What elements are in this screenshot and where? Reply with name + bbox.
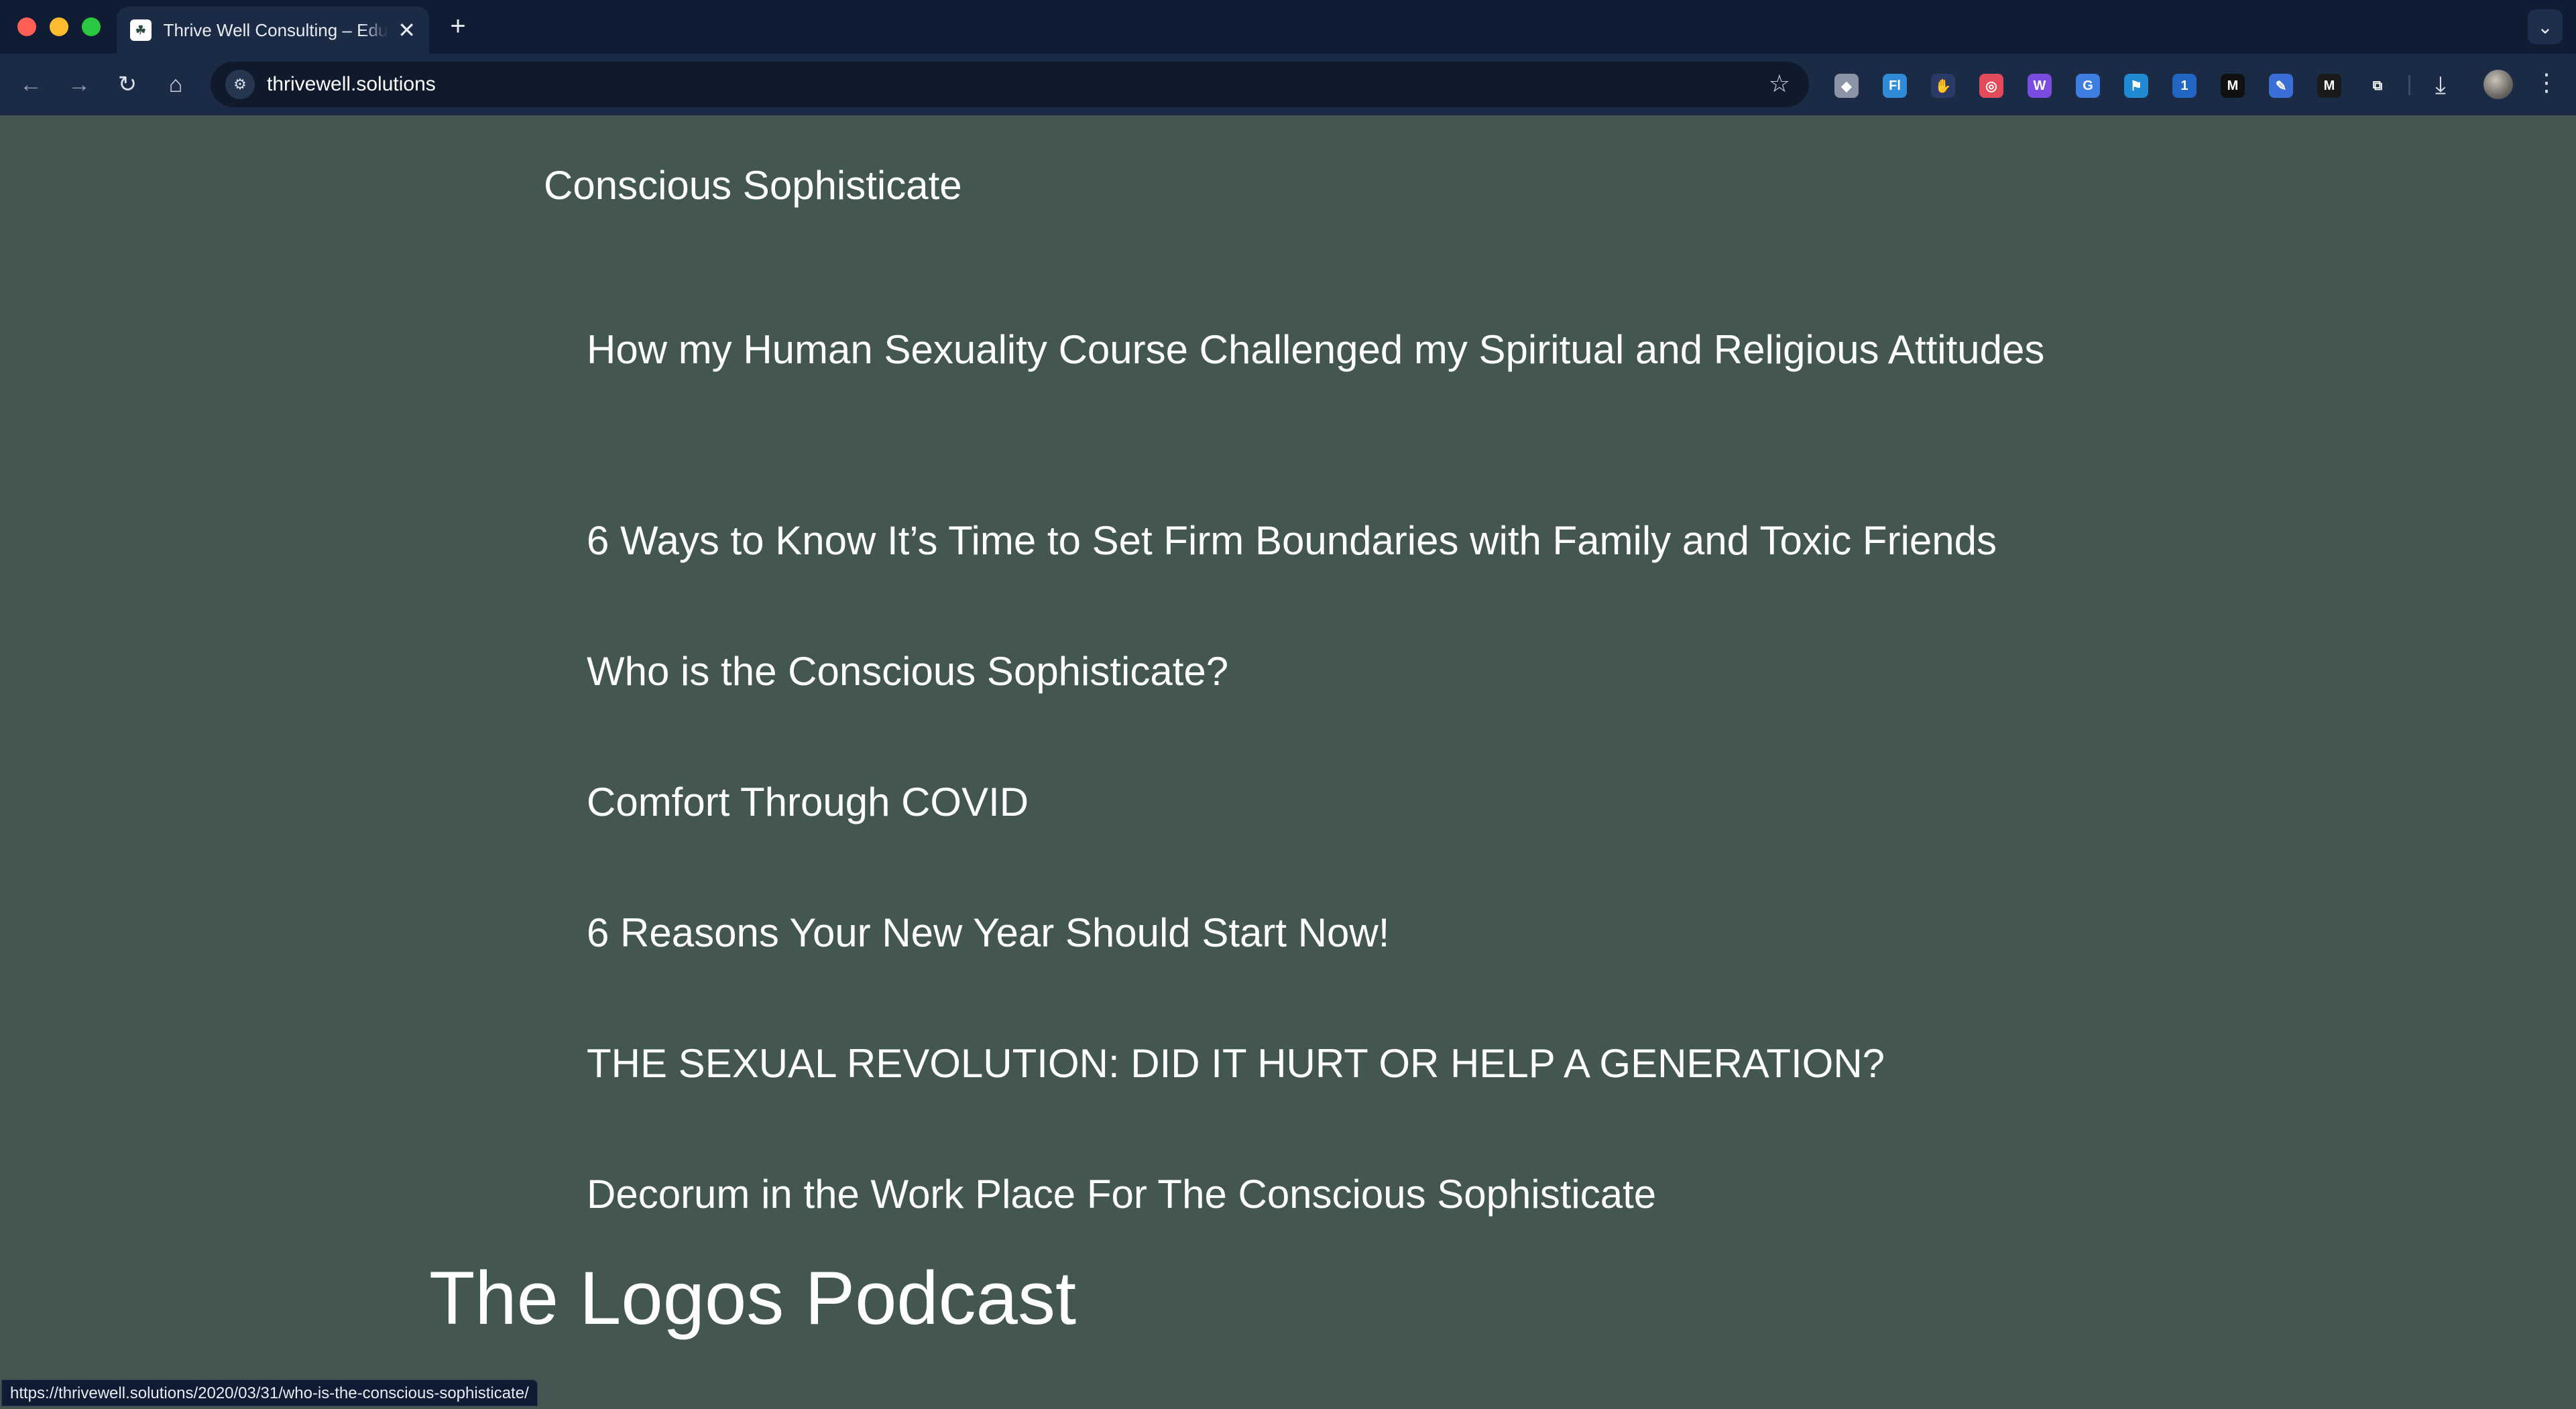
post-link[interactable]: THE SEXUAL REVOLUTION: DID IT HURT OR HE… — [587, 1034, 2062, 1094]
address-bar[interactable]: ⚙ thrivewell.solutions ☆ — [211, 62, 1809, 107]
translate-extension-icon[interactable]: G — [2076, 74, 2100, 98]
fl-extension-icon[interactable]: Fl — [1883, 74, 1907, 98]
section-heading: Conscious Sophisticate — [544, 163, 962, 208]
post-link[interactable]: 6 Reasons Your New Year Should Start Now… — [587, 903, 2062, 963]
tab-strip: ☘ Thrive Well Consulting – Educ ✕ + ⌄ — [0, 0, 2576, 54]
tab-title: Thrive Well Consulting – Educ — [163, 19, 389, 40]
home-button[interactable]: ⌂ — [160, 68, 192, 101]
medium-extension-icon[interactable]: M — [2317, 74, 2341, 98]
profile-avatar[interactable] — [2483, 70, 2513, 99]
podcast-heading: The Logos Podcast — [429, 1256, 1077, 1340]
close-tab-icon[interactable]: ✕ — [398, 17, 416, 43]
post-link[interactable]: Comfort Through COVID — [587, 772, 2062, 833]
site-favicon-icon: ☘ — [130, 19, 152, 41]
toolbar-divider — [2408, 75, 2410, 95]
puzzle-extension-icon[interactable]: ⧉ — [2365, 74, 2390, 98]
hand-extension-icon[interactable]: ✋ — [1931, 74, 1955, 98]
post-link[interactable]: Decorum in the Work Place For The Consci… — [587, 1164, 2062, 1225]
active-tab[interactable]: ☘ Thrive Well Consulting – Educ ✕ — [117, 7, 429, 54]
blue-doc-extension-icon[interactable]: ✎ — [2269, 74, 2293, 98]
back-button[interactable]: ← — [15, 68, 47, 101]
url-text[interactable]: thrivewell.solutions — [267, 73, 436, 96]
download-icon[interactable]: ⤓ — [2435, 71, 2446, 100]
close-window-icon[interactable] — [17, 17, 36, 36]
browser-menu-icon[interactable]: ⋮ — [2534, 68, 2559, 97]
m-black-extension-icon[interactable]: M — [2221, 74, 2245, 98]
link-status-bubble: https://thrivewell.solutions/2020/03/31/… — [1, 1380, 538, 1406]
site-info-icon[interactable]: ⚙ — [225, 70, 255, 99]
page-content: Conscious Sophisticate How my Human Sexu… — [0, 115, 2576, 1409]
tab-search-button[interactable]: ⌄ — [2528, 9, 2563, 44]
minimize-window-icon[interactable] — [50, 17, 68, 36]
forward-button[interactable]: → — [63, 68, 95, 101]
flag-extension-icon[interactable]: ⚑ — [2124, 74, 2148, 98]
post-link[interactable]: 6 Ways to Know It’s Time to Set Firm Bou… — [587, 511, 2062, 571]
new-tab-button[interactable]: + — [441, 9, 475, 43]
browser-window: ☘ Thrive Well Consulting – Educ ✕ + ⌄ ← … — [0, 0, 2576, 1409]
w-extension-icon[interactable]: W — [2028, 74, 2052, 98]
browser-toolbar: ← → ↻ ⌂ ⚙ thrivewell.solutions ☆ ◆ Fl ✋ ◎ W G… — [0, 54, 2576, 115]
post-link[interactable]: Who is the Conscious Sophisticate? — [587, 641, 2062, 702]
post-link[interactable]: How my Human Sexuality Course Challenged… — [587, 320, 2062, 380]
bookmark-star-icon[interactable]: ☆ — [1769, 70, 1790, 98]
chrome-color-extension-icon[interactable]: ◎ — [1979, 74, 2003, 98]
reload-button[interactable]: ↻ — [111, 68, 143, 101]
onepassword-extension-icon[interactable]: 1 — [2172, 74, 2197, 98]
fullscreen-window-icon[interactable] — [82, 17, 101, 36]
shield-extension-icon[interactable]: ◆ — [1834, 74, 1859, 98]
